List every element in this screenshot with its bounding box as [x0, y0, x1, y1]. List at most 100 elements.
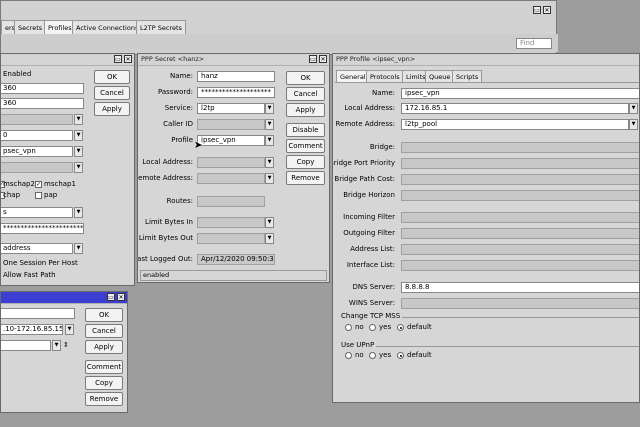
routes-input[interactable] — [197, 196, 265, 207]
routes-label: Routes: — [166, 197, 193, 205]
remove-button[interactable]: Remove — [286, 171, 325, 185]
upnp-yes-radio[interactable] — [369, 352, 376, 359]
password-field[interactable]: ******************************** — [1, 223, 84, 234]
dropdown-icon[interactable]: ▼ — [74, 207, 83, 218]
ok-button[interactable]: OK — [94, 70, 130, 84]
bridge-path-cost-input[interactable] — [401, 174, 639, 185]
tab-active-connections[interactable]: Active Connections — [72, 20, 143, 34]
stepper-icon[interactable]: ⇕ — [63, 341, 69, 350]
wins-server-input[interactable] — [401, 298, 639, 309]
dropdown-icon[interactable]: ▼ — [74, 243, 83, 254]
close-icon[interactable]: ✕ — [543, 6, 551, 14]
password-input[interactable]: ******************** — [197, 87, 275, 98]
tab-protocols[interactable]: Protocols — [366, 70, 404, 82]
interface-list-input[interactable] — [401, 260, 639, 271]
profile-tab-bar: General Protocols Limits Queue Scripts — [336, 70, 536, 82]
field-1[interactable]: 360 — [1, 83, 84, 94]
field-7[interactable]: s — [1, 207, 73, 218]
mschap1-checkbox[interactable]: ✓ — [35, 181, 42, 188]
limit-bytes-out-input[interactable] — [197, 233, 265, 244]
dropdown-icon[interactable]: ▼ — [265, 103, 274, 114]
restore-icon[interactable]: ▭ — [309, 55, 317, 63]
name-input[interactable]: hanz — [197, 71, 275, 82]
dropdown-icon[interactable]: ▼ — [629, 119, 638, 130]
pap-checkbox[interactable] — [35, 192, 42, 199]
remove-button[interactable]: Remove — [85, 392, 123, 406]
dropdown-icon[interactable]: ▼ — [265, 217, 274, 228]
outgoing-filter-input[interactable] — [401, 228, 639, 239]
dropdown-icon[interactable]: ▼ — [629, 103, 638, 114]
ok-button[interactable]: OK — [286, 71, 325, 85]
field-3[interactable] — [1, 114, 73, 125]
comment-button[interactable]: Comment — [85, 360, 123, 374]
dropdown-icon[interactable]: ▼ — [74, 114, 83, 125]
bridge-port-priority-input[interactable] — [401, 158, 639, 169]
upnp-label: Use UPnP — [341, 341, 377, 350]
field-3[interactable] — [1, 340, 51, 351]
upnp-default-radio[interactable] — [397, 352, 404, 359]
last-logged-out-value: Apr/12/2020 09:50:30 — [197, 254, 275, 265]
restore-icon[interactable]: ▭ — [107, 293, 115, 301]
dropdown-icon[interactable]: ▼ — [74, 146, 83, 157]
tab-secrets[interactable]: Secrets — [14, 20, 47, 34]
apply-button[interactable]: Apply — [286, 103, 325, 117]
ok-button[interactable]: OK — [85, 308, 123, 322]
field-2[interactable]: 360 — [1, 98, 84, 109]
tcp-mss-no-radio[interactable] — [345, 324, 352, 331]
address-range-field[interactable]: .10-172.16.85.15 — [1, 324, 63, 335]
disable-button[interactable]: Disable — [286, 123, 325, 137]
apply-button[interactable]: Apply — [85, 340, 123, 354]
bridge-horizon-input[interactable] — [401, 190, 639, 201]
copy-button[interactable]: Copy — [286, 155, 325, 169]
close-icon[interactable]: ✕ — [319, 55, 327, 63]
dropdown-icon[interactable]: ▼ — [74, 162, 83, 173]
main-toolbar — [1, 34, 558, 52]
limit-bytes-in-input[interactable] — [197, 217, 265, 228]
tab-profiles[interactable]: Profiles — [44, 20, 76, 34]
dropdown-icon[interactable]: ▼ — [265, 157, 274, 168]
dropdown-icon[interactable]: ▼ — [265, 233, 274, 244]
close-icon[interactable]: ✕ — [124, 55, 132, 63]
tcp-mss-default-radio[interactable] — [397, 324, 404, 331]
field-profile[interactable]: psec_vpn — [1, 146, 73, 157]
remote-address-input[interactable]: l2tp_pool — [401, 119, 629, 130]
minimize-icon[interactable]: ▭ — [533, 6, 541, 14]
apply-button[interactable]: Apply — [94, 102, 130, 116]
local-address-input[interactable]: 172.16.85.1 — [401, 103, 629, 114]
tcp-mss-yes-radio[interactable] — [369, 324, 376, 331]
find-input[interactable]: Find — [516, 38, 552, 49]
restore-icon[interactable]: ▭ — [114, 55, 122, 63]
tab-general[interactable]: General — [336, 70, 370, 82]
field-address[interactable]: address — [1, 243, 73, 254]
tab-scripts[interactable]: Scripts — [452, 70, 483, 82]
name-input[interactable]: ipsec_vpn — [401, 88, 639, 99]
field-4[interactable]: 0 — [1, 130, 73, 141]
address-list-input[interactable] — [401, 244, 639, 255]
field-6[interactable] — [1, 162, 73, 173]
dropdown-icon[interactable]: ▼ — [265, 119, 274, 130]
cancel-button[interactable]: Cancel — [85, 324, 123, 338]
cancel-button[interactable]: Cancel — [94, 86, 130, 100]
main-tab-bar: ers Secrets Profiles Active Connections … — [1, 20, 201, 34]
incoming-filter-input[interactable] — [401, 212, 639, 223]
dropdown-icon[interactable]: ▼ — [74, 130, 83, 141]
close-icon[interactable]: ✕ — [117, 293, 125, 301]
upnp-no-radio[interactable] — [345, 352, 352, 359]
tab-queue[interactable]: Queue — [425, 70, 455, 82]
remote-address-input[interactable] — [197, 173, 265, 184]
dropdown-icon[interactable]: ▼ — [265, 173, 274, 184]
tab-l2tp-secrets[interactable]: L2TP Secrets — [136, 20, 186, 34]
bridge-input[interactable] — [401, 142, 639, 153]
copy-button[interactable]: Copy — [85, 376, 123, 390]
dropdown-icon[interactable]: ▼ — [65, 324, 74, 335]
dns-server-input[interactable]: 8.8.8.8 — [401, 282, 639, 293]
caller-id-input[interactable] — [197, 119, 265, 130]
cancel-button[interactable]: Cancel — [286, 87, 325, 101]
local-address-input[interactable] — [197, 157, 265, 168]
profile-select[interactable]: ipsec_vpn — [197, 135, 265, 146]
dropdown-icon[interactable]: ▼ — [52, 340, 61, 351]
service-select[interactable]: l2tp — [197, 103, 265, 114]
field-1[interactable] — [1, 308, 75, 319]
comment-button[interactable]: Comment — [286, 139, 325, 153]
dropdown-icon[interactable]: ▼ — [265, 135, 274, 146]
